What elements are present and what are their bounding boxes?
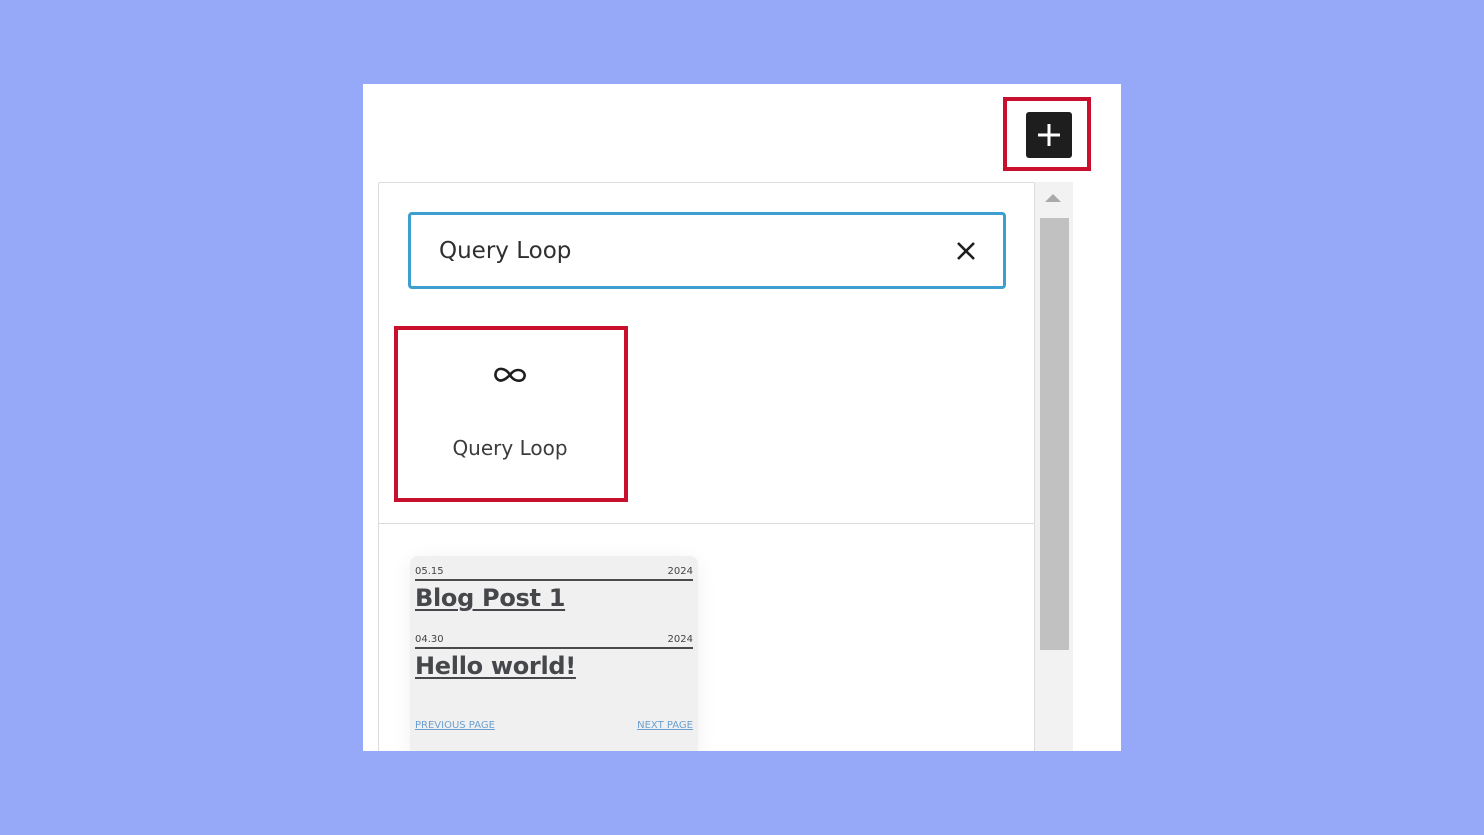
pattern-preview[interactable]: 05.15 2024 Blog Post 1 04.30 2024 Hello … — [410, 556, 698, 751]
preview-post: 05.15 2024 Blog Post 1 — [415, 566, 693, 612]
preview-post: 04.30 2024 Hello world! — [415, 634, 693, 680]
post-date: 04.30 — [415, 634, 444, 645]
clear-search-button[interactable] — [949, 234, 983, 268]
editor-card: Query Loop 05.15 2024 Blog Post 1 04.30 … — [363, 84, 1121, 751]
post-meta: 05.15 2024 — [415, 566, 693, 581]
query-loop-block-item[interactable]: Query Loop — [399, 331, 621, 495]
close-icon — [957, 242, 975, 260]
divider — [379, 523, 1034, 524]
post-year: 2024 — [667, 634, 693, 645]
scroll-thumb[interactable] — [1040, 218, 1069, 650]
previous-page-link: PREVIOUS PAGE — [415, 720, 495, 731]
preview-pagination: PREVIOUS PAGE NEXT PAGE — [415, 720, 693, 731]
block-inserter-panel: Query Loop 05.15 2024 Blog Post 1 04.30 … — [378, 182, 1035, 751]
post-year: 2024 — [667, 566, 693, 577]
plus-icon — [1038, 124, 1060, 146]
next-page-link: NEXT PAGE — [637, 720, 693, 731]
panel-scrollbar[interactable] — [1035, 182, 1073, 751]
search-input[interactable] — [439, 215, 939, 286]
block-item-label: Query Loop — [452, 436, 568, 460]
post-title: Hello world! — [415, 652, 576, 680]
post-title: Blog Post 1 — [415, 584, 566, 612]
post-date: 05.15 — [415, 566, 444, 577]
search-box — [408, 212, 1006, 289]
post-meta: 04.30 2024 — [415, 634, 693, 649]
loop-icon — [494, 367, 526, 382]
scroll-up-arrow-icon[interactable] — [1045, 194, 1061, 202]
add-block-button[interactable] — [1026, 112, 1072, 158]
